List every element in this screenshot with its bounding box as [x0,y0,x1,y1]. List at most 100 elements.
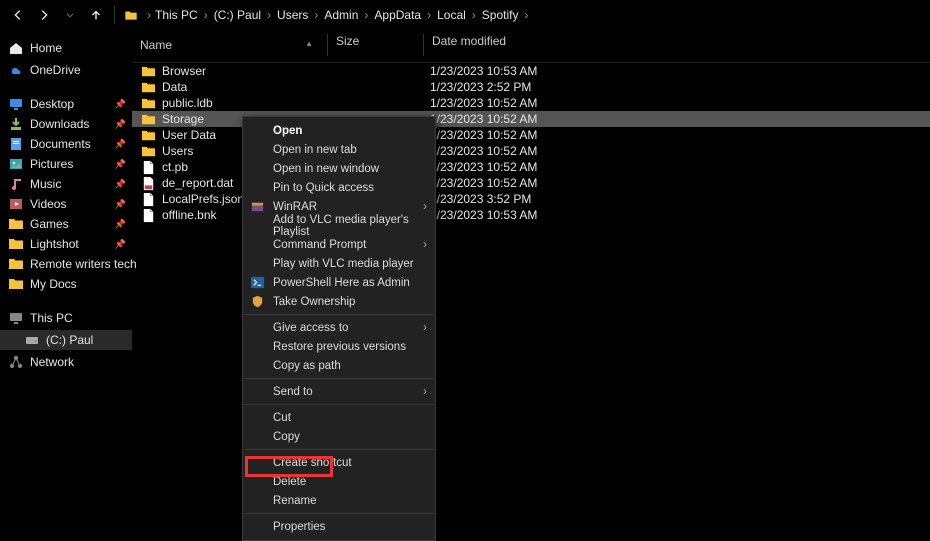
sidebar-item-network[interactable]: Network [0,352,132,372]
ctx-open-new-tab[interactable]: Open in new tab [243,140,435,159]
sidebar-label: Games [30,217,69,231]
file-name: offline.bnk [162,208,217,222]
ctx-create-shortcut[interactable]: Create shortcut [243,453,435,472]
shield-icon [249,294,265,310]
file-row[interactable]: public.ldb 1/23/2023 10:52 AM [132,95,930,111]
chevron-right-icon: › [423,386,427,398]
file-date: 1/23/2023 3:52 PM [422,192,930,206]
chevron-icon[interactable]: › [364,8,368,22]
nav-up-button[interactable] [84,3,108,27]
nav-recent-button[interactable] [58,3,82,27]
sidebar-item-pictures[interactable]: Pictures 📌 [0,154,132,174]
sidebar-item-onedrive[interactable]: OneDrive [0,60,132,80]
sidebar-item-lightshot[interactable]: Lightshot📌 [0,234,132,254]
ctx-properties[interactable]: Properties [243,517,435,536]
sidebar-item-home[interactable]: Home [0,38,132,58]
pin-icon: 📌 [115,139,126,150]
file-name: User Data [162,128,216,142]
ctx-delete[interactable]: Delete [243,472,435,491]
chevron-icon[interactable]: › [204,8,208,22]
file-date: 1/23/2023 10:52 AM [422,96,930,110]
nav-back-button[interactable] [6,3,30,27]
breadcrumb-item[interactable]: AppData [372,6,423,24]
ctx-rename[interactable]: Rename [243,491,435,510]
breadcrumb-item[interactable]: Local [435,6,468,24]
chevron-icon[interactable]: › [427,8,431,22]
sidebar-label: Music [30,177,61,191]
file-date: 1/23/2023 10:52 AM [422,144,930,158]
ctx-vlc-play[interactable]: Play with VLC media player [243,254,435,273]
powershell-icon [249,275,265,291]
network-icon [8,354,24,370]
pin-icon: 📌 [115,99,126,110]
file-name: Browser [162,64,206,78]
ctx-open[interactable]: Open [243,121,435,140]
pin-icon: 📌 [115,159,126,170]
sidebar-item-thispc[interactable]: This PC [0,308,132,328]
chevron-icon[interactable]: › [314,8,318,22]
sidebar-label: Network [30,355,74,369]
file-row[interactable]: Browser1/23/2023 10:53 AM [132,63,930,79]
home-icon [8,40,24,56]
music-icon [8,176,24,192]
file-date: 1/23/2023 10:52 AM [422,176,930,190]
sidebar-label: Downloads [30,117,89,131]
ctx-take-ownership[interactable]: Take Ownership [243,292,435,311]
sidebar-item-documents[interactable]: Documents📌 [0,134,132,154]
ctx-cmd[interactable]: Command Prompt› [243,235,435,254]
desktop-icon [8,96,24,112]
folder-icon [140,111,156,127]
address-folder-icon [123,9,139,22]
sidebar-label: Videos [30,197,66,211]
folder-icon [140,79,156,95]
breadcrumb-item[interactable]: (C:) Paul [212,6,263,24]
sidebar-label: Remote writers tech [30,257,137,271]
sidebar-item-remote-writers-tech[interactable]: Remote writers tech [0,254,132,274]
folder-icon [140,143,156,159]
file-name: public.ldb [162,96,213,110]
ctx-pin-quick[interactable]: Pin to Quick access [243,178,435,197]
sidebar-item-downloads[interactable]: Downloads📌 [0,114,132,134]
sidebar-item-music[interactable]: Music📌 [0,174,132,194]
breadcrumb-item[interactable]: Admin [322,6,360,24]
column-label: Size [336,34,359,48]
ctx-give-access[interactable]: Give access to› [243,318,435,337]
ctx-open-new-window[interactable]: Open in new window [243,159,435,178]
ctx-vlc-playlist[interactable]: Add to VLC media player's Playlist [243,216,435,235]
sidebar-item-drive[interactable]: (C:) Paul [0,330,132,350]
breadcrumb-item[interactable]: This PC [153,6,200,24]
sidebar-label: Lightshot [30,237,79,251]
ctx-copy[interactable]: Copy [243,427,435,446]
ctx-restore[interactable]: Restore previous versions [243,337,435,356]
chevron-icon[interactable]: › [147,8,151,22]
ctx-cut[interactable]: Cut [243,408,435,427]
column-headers: Name ▲ Size Date modified [132,30,930,63]
pin-icon: 📌 [115,219,126,230]
chevron-icon[interactable]: › [524,8,528,22]
pin-icon: 📌 [115,199,126,210]
ctx-powershell[interactable]: PowerShell Here as Admin [243,273,435,292]
chevron-icon[interactable]: › [267,8,271,22]
column-header-size[interactable]: Size [328,34,423,56]
nav-forward-button[interactable] [32,3,56,27]
file-name: de_report.dat [162,176,233,190]
sidebar-item-my-docs[interactable]: My Docs [0,274,132,294]
column-header-name[interactable]: Name ▲ [132,34,327,56]
breadcrumb-item[interactable]: Spotify [480,6,521,24]
ctx-copy-path[interactable]: Copy as path [243,356,435,375]
chevron-icon[interactable]: › [472,8,476,22]
dat-icon [140,175,156,191]
pictures-icon [8,156,24,172]
sidebar-item-games[interactable]: Games 📌 [0,214,132,234]
navigation-sidebar: Home OneDrive Desktop📌Downloads📌Document… [0,30,132,540]
breadcrumb-item[interactable]: Users [275,6,310,24]
sidebar-item-videos[interactable]: Videos 📌 [0,194,132,214]
column-header-date[interactable]: Date modified [424,34,930,56]
folder-icon [8,236,24,252]
file-date: 1/23/2023 10:53 AM [422,208,930,222]
sidebar-label: Pictures [30,157,73,171]
file-icon [140,159,156,175]
file-row[interactable]: Data1/23/2023 2:52 PM [132,79,930,95]
sidebar-item-desktop[interactable]: Desktop📌 [0,94,132,114]
ctx-send-to[interactable]: Send to› [243,382,435,401]
